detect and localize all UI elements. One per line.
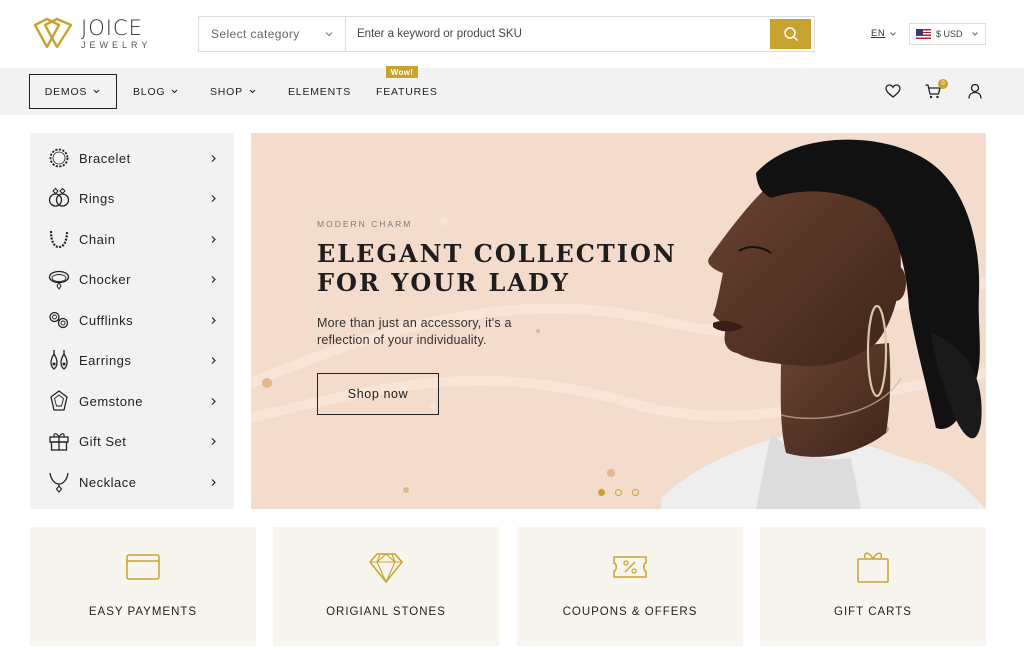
gift-set-icon [49,433,69,451]
model-portrait-image [661,139,986,509]
gift-box-icon [857,552,889,583]
chevron-right-icon [211,275,216,283]
sidebar-item-gemstone[interactable]: Gemstone [30,381,234,421]
search-bar: Select category [198,16,815,52]
sidebar-item-bracelet[interactable]: Bracelet [30,138,234,178]
sidebar-item-gift-set[interactable]: Gift Set [30,421,234,461]
user-icon[interactable] [966,82,984,100]
chevron-down-icon [325,32,333,37]
sidebar-item-chocker[interactable]: Chocker [30,259,234,299]
feature-gift-carts: GIFT CARTS [760,527,986,646]
us-flag-icon [916,29,931,39]
sidebar-item-label: Earrings [79,352,132,368]
nav-item-shop[interactable]: SHOP [210,68,257,115]
nav-item-demos[interactable]: DEMOS [29,74,117,109]
shop-now-button[interactable]: Shop now [317,373,439,415]
nav-item-label: BLOG [133,85,166,98]
sidebar-item-necklace[interactable]: Necklace [30,462,234,502]
slider-dot[interactable] [632,489,639,496]
gemstone-icon [50,390,68,411]
chevron-down-icon [890,31,897,36]
necklace-icon [49,472,69,493]
nav-item-label: SHOP [210,85,243,98]
search-icon [783,27,798,42]
category-select-label: Select category [211,27,300,41]
feature-label: EASY PAYMENTS [88,606,198,618]
hero-title-line: ELEGANT COLLECTION [317,239,677,268]
chevron-down-icon [172,89,178,94]
feature-label: COUPONS & OFFERS [562,606,698,618]
coupon-icon [613,556,647,578]
currency-label: $ USD [936,29,963,39]
search-input[interactable] [346,17,770,51]
sidebar-item-label: Chocker [79,271,131,287]
header: JOICE JEWELRY Select category EN $ USD [0,0,1024,68]
slider-dot[interactable] [598,489,605,496]
feature-coupons-offers: COUPONS & OFFERS [517,527,743,646]
search-button[interactable] [770,19,811,49]
slider-dot[interactable] [615,489,622,496]
sidebar-item-cufflinks[interactable]: Cufflinks [30,300,234,340]
main-nav: DEMOS BLOG SHOP ELEMENTS FEATURES [0,68,1024,115]
chevron-right-icon [211,397,216,405]
logo-name: JOICE [81,16,143,40]
feature-label: ORIGIANL STONES [326,606,446,618]
cufflinks-icon [49,311,69,329]
currency-selector[interactable]: $ USD [909,23,986,45]
cart-count-badge: 0 [938,79,948,89]
nav-item-blog[interactable]: BLOG [133,68,179,115]
chevron-right-icon [211,316,216,324]
chain-icon [49,230,69,249]
chevron-right-icon [211,356,216,364]
language-label: EN [871,28,886,39]
bracelet-icon [49,148,69,168]
hero-title-line: FOR YOUR LADY [317,268,570,297]
feature-easy-payments: EASY PAYMENTS [30,527,256,646]
sidebar-item-label: Gemstone [79,393,143,409]
hero-description: More than just an accessory, it's a refl… [317,316,512,347]
nav-item-label: DEMOS [44,85,88,98]
chevron-right-icon [211,194,216,202]
category-select[interactable]: Select category [199,17,346,51]
sidebar-item-label: Rings [79,190,115,206]
wow-badge: Wow! [386,66,418,78]
diamond-logo-icon [33,17,73,49]
chevron-right-icon [211,478,216,486]
category-sidebar: Bracelet Rings Chain Chocker Cufflinks E… [30,133,234,509]
language-selector[interactable]: EN [871,28,897,39]
chevron-right-icon [211,154,216,162]
chevron-down-icon [93,89,100,94]
sidebar-item-chain[interactable]: Chain [30,219,234,259]
heart-icon[interactable] [884,82,902,100]
choker-icon [48,270,70,290]
sidebar-item-rings[interactable]: Rings [30,178,234,218]
chevron-down-icon [971,32,978,36]
diamond-icon [369,553,403,584]
logo[interactable]: JOICE JEWELRY [29,14,159,54]
nav-item-label: ELEMENTS [288,85,351,98]
hero-title: ELEGANT COLLECTION FOR YOUR LADY [317,239,697,297]
sidebar-item-label: Gift Set [79,433,127,449]
rings-icon [48,187,70,207]
earrings-icon [50,350,68,370]
sidebar-item-label: Chain [79,231,116,247]
nav-item-label: FEATURES [376,85,438,98]
chevron-right-icon [211,437,216,445]
chevron-down-icon [249,89,256,94]
sidebar-item-label: Cufflinks [79,312,134,328]
credit-card-icon [126,554,160,580]
sidebar-item-earrings[interactable]: Earrings [30,340,234,380]
sidebar-item-label: Necklace [79,474,137,490]
hero-banner: MODERN CHARM ELEGANT COLLECTION FOR YOUR… [251,133,986,509]
chevron-right-icon [211,235,216,243]
hero-eyebrow: MODERN CHARM [317,219,413,229]
nav-item-elements[interactable]: ELEMENTS [288,68,351,115]
logo-tagline: JEWELRY [81,40,152,50]
feature-label: GIFT CARTS [834,606,912,618]
feature-original-stones: ORIGIANL STONES [273,527,499,646]
sidebar-item-label: Bracelet [79,150,131,166]
